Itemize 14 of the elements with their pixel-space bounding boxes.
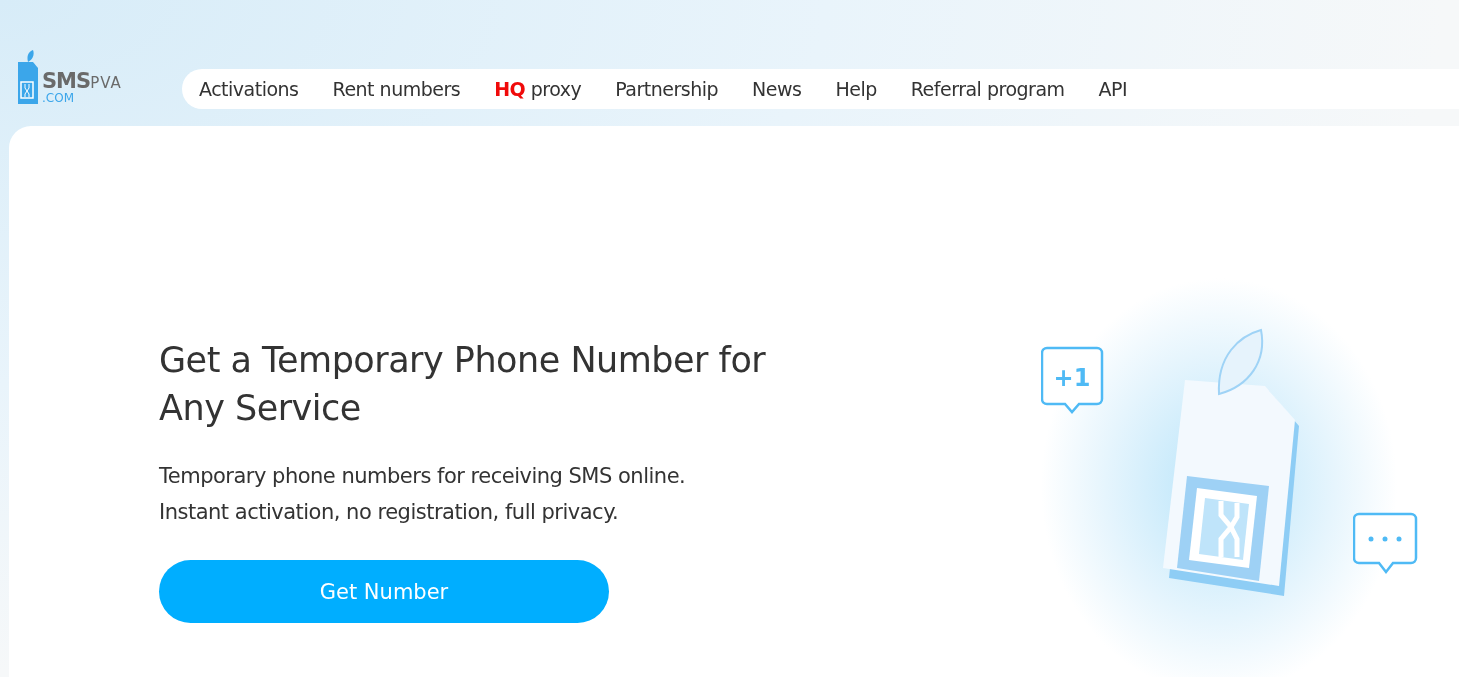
nav-link[interactable]: Help — [835, 78, 877, 100]
nav-link[interactable]: Referral program — [910, 78, 1065, 100]
sim-card-icon — [16, 50, 40, 104]
bubble-label: +1 — [1053, 364, 1091, 392]
nav-link[interactable]: API — [1098, 78, 1128, 100]
nav-link[interactable]: Activations — [199, 78, 299, 100]
nav-link[interactable]: News — [752, 78, 802, 100]
nav-link[interactable]: Rent numbers — [332, 78, 461, 100]
hero-title: Get a Temporary Phone Number for Any Service — [159, 339, 767, 430]
logo-domain: .COM — [42, 92, 75, 104]
nav-link[interactable]: HQ proxy — [494, 78, 582, 100]
nav-link[interactable]: Partnership — [615, 78, 719, 100]
hero-subtitle: Temporary phone numbers for receiving SMS online. Instant activation, no registration, full privacy. — [159, 463, 687, 526]
logo-text: SMSPVA — [42, 71, 122, 92]
